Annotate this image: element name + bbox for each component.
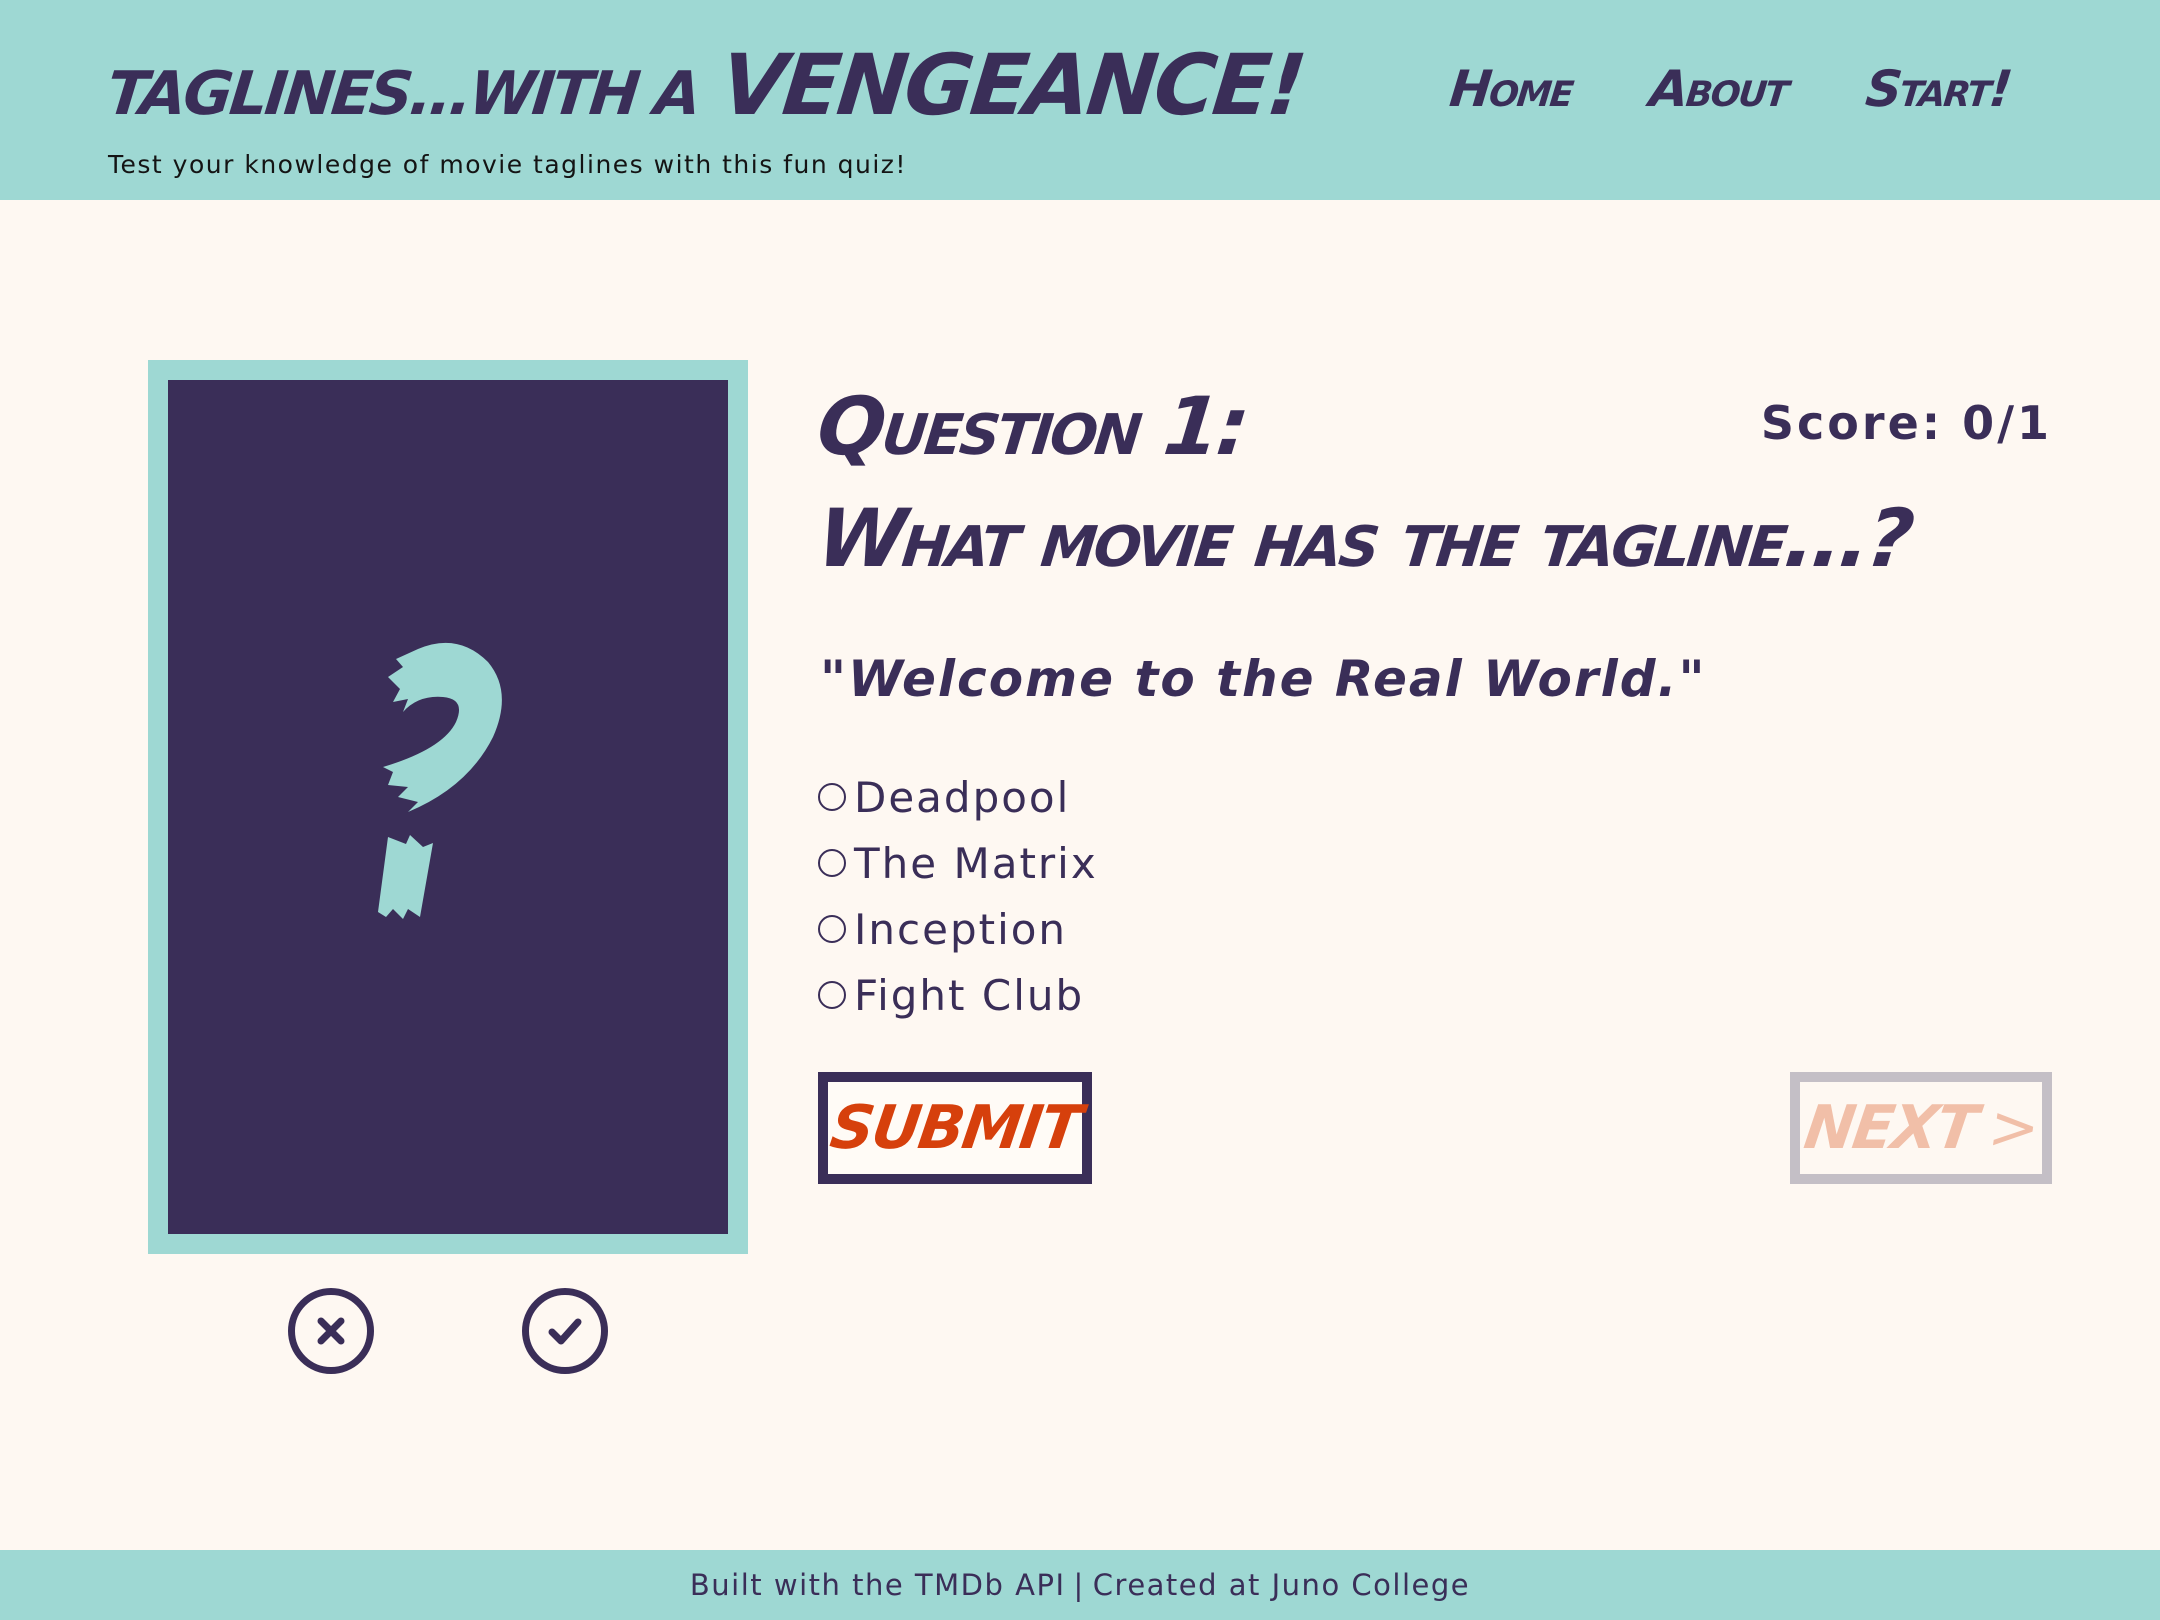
- option-label: The Matrix: [854, 838, 1098, 888]
- footer-separator: |: [1073, 1568, 1085, 1602]
- site-footer: Built with the TMDb API | Created at Jun…: [0, 1550, 2160, 1620]
- question-text: What movie has the tagline...?: [813, 492, 1916, 585]
- answer-option-the-matrix[interactable]: The Matrix: [818, 830, 1098, 896]
- check-circle-icon: [522, 1288, 608, 1374]
- answer-option-fight-club[interactable]: Fight Club: [818, 962, 1098, 1028]
- main-nav: Home About Start!: [1447, 60, 2013, 118]
- answer-options: Deadpool The Matrix Inception Fight Club: [818, 764, 1098, 1028]
- nav-start-link[interactable]: Start!: [1863, 60, 2013, 118]
- next-button[interactable]: NEXT >: [1790, 1072, 2052, 1184]
- movie-poster-frame: [148, 360, 748, 1254]
- site-header: taglines...with a VENGEANCE! Test your k…: [0, 0, 2160, 200]
- option-label: Fight Club: [854, 970, 1085, 1020]
- question-mark-icon: [378, 642, 502, 919]
- site-subtitle: Test your knowledge of movie taglines wi…: [108, 150, 907, 179]
- x-circle-icon: [288, 1288, 374, 1374]
- answer-option-deadpool[interactable]: Deadpool: [818, 764, 1098, 830]
- site-title-part2: VENGEANCE!: [716, 36, 1309, 134]
- radio-button[interactable]: [818, 981, 846, 1009]
- submit-label: SUBMIT: [825, 1093, 1085, 1163]
- movie-poster-placeholder: [168, 380, 728, 1234]
- option-label: Inception: [854, 904, 1068, 954]
- next-label: NEXT: [1799, 1093, 1980, 1163]
- footer-credit-college: Created at Juno College: [1092, 1568, 1471, 1602]
- answer-option-inception[interactable]: Inception: [818, 896, 1098, 962]
- radio-button[interactable]: [818, 849, 846, 877]
- chevron-right-icon: >: [1984, 1093, 2043, 1163]
- score-display: Score: 0/1: [1760, 396, 2052, 450]
- nav-home-link[interactable]: Home: [1447, 60, 1575, 118]
- footer-credit-api: Built with the TMDb API: [689, 1568, 1066, 1602]
- radio-button[interactable]: [818, 783, 846, 811]
- option-label: Deadpool: [854, 772, 1071, 822]
- site-title-part1: taglines...with a: [103, 59, 703, 129]
- nav-about-link[interactable]: About: [1647, 60, 1791, 118]
- tagline-quote: "Welcome to the Real World.": [820, 650, 1707, 708]
- submit-button[interactable]: SUBMIT: [818, 1072, 1092, 1184]
- radio-button[interactable]: [818, 915, 846, 943]
- site-title: taglines...with a VENGEANCE!: [103, 36, 1308, 134]
- question-number: Question 1:: [813, 380, 1251, 473]
